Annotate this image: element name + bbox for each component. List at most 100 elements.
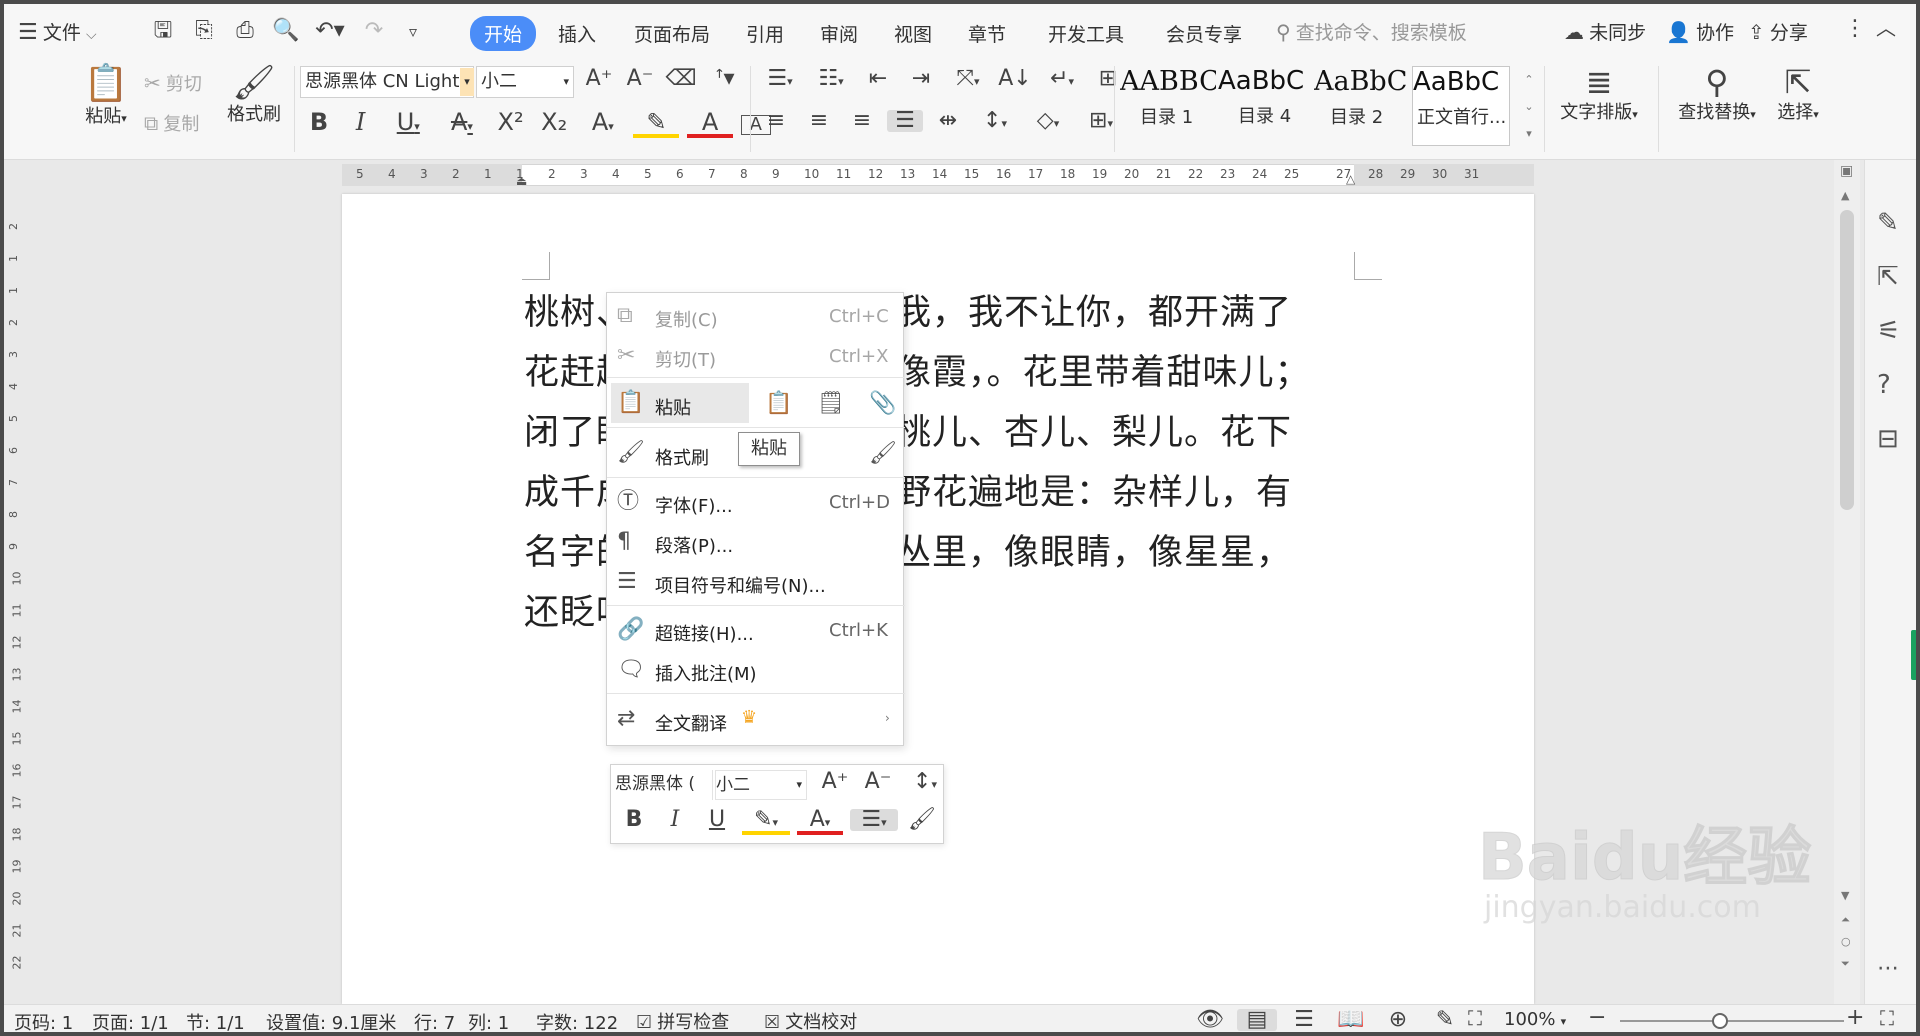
outline-view-icon[interactable]: ☰ (1284, 1009, 1324, 1031)
fullscreen-icon[interactable]: ⛶ (1880, 1008, 1894, 1028)
next-page-icon[interactable]: ⏷ (1841, 958, 1850, 969)
increase-indent-icon[interactable]: ⇥ (903, 68, 939, 90)
collapse-ribbon-icon[interactable]: ︿ (1876, 18, 1896, 38)
superscript-icon[interactable]: X² (493, 110, 529, 134)
redo-icon[interactable]: ↷ (357, 20, 391, 42)
bold-icon[interactable]: B (302, 110, 336, 134)
share-button[interactable]: ⇪ 分享 (1748, 18, 1808, 45)
split-view-icon[interactable]: ▣ (1840, 164, 1853, 178)
reading-view-icon[interactable]: 📖 (1331, 1009, 1371, 1031)
menu-item-comment[interactable]: 🗨 插入批注(M) (607, 651, 905, 689)
edit-pen-icon[interactable]: ✎ (1877, 210, 1899, 236)
select-browse-icon[interactable]: ○ (1841, 936, 1851, 947)
shrink-font-icon[interactable]: A⁻ (860, 771, 896, 793)
document-page[interactable]: 桃树、 不让我，我不让你，都开满了 花赶趟 粉的像霞，。花里带着甜味儿； 闭了眼 满是桃儿… (342, 194, 1534, 1004)
underline-icon[interactable]: U (699, 809, 735, 831)
scroll-up-icon[interactable]: ▲ (1841, 190, 1849, 201)
font-name-select[interactable]: 思源黑体 CN Light (300, 66, 474, 98)
grow-font-icon[interactable]: A⁺ (817, 771, 853, 793)
copy-button[interactable]: ⧉ 复制 (144, 110, 199, 136)
status-col[interactable]: 列: 1 (468, 1009, 509, 1032)
format-painter-icon[interactable]: 🖌 (869, 443, 897, 465)
justify-icon[interactable]: ☰▾ (850, 809, 898, 831)
undo-icon[interactable]: ↶▾ (310, 20, 350, 42)
sync-status[interactable]: ☁ 未同步 (1564, 18, 1646, 45)
line-spacing-icon[interactable]: ↕▾ (903, 771, 947, 793)
borders-icon[interactable]: ⊞▾ (1079, 110, 1123, 132)
font-dropdown-arrow[interactable]: ▾ (460, 68, 474, 96)
status-section[interactable]: 节: 1/1 (186, 1009, 245, 1032)
align-left-icon[interactable]: ≡ (758, 110, 794, 132)
file-menu[interactable]: ☰ 文件 ⌵ (18, 18, 97, 45)
style-toc4[interactable]: AaBbC 目录 4 (1218, 66, 1314, 146)
chinese-layout-icon[interactable]: ⤧▾ (946, 68, 990, 90)
cursor-select-icon[interactable]: ⇱ (1877, 264, 1899, 290)
menu-item-format-painter[interactable]: 🖌 格式刷 (607, 433, 737, 473)
menu-item-copy[interactable]: ⧉ 复制(C) Ctrl+C (607, 297, 905, 335)
italic-icon[interactable]: I (344, 110, 378, 134)
print-icon[interactable]: ⎙ (228, 20, 262, 42)
help-icon[interactable]: ? (1877, 372, 1891, 398)
strikethrough-icon[interactable]: A▾ (439, 110, 485, 134)
font-size-select[interactable]: 小二 ▾ (476, 66, 574, 98)
show-marks-icon[interactable]: ↵▾ (1040, 68, 1084, 90)
select-button[interactable]: ⇱ 选择▾ (1770, 66, 1826, 124)
numbering-icon[interactable]: ☷▾ (809, 68, 853, 90)
mini-font-size-select[interactable]: 小二 ▾ (715, 770, 807, 800)
status-page[interactable]: 页面: 1/1 (92, 1009, 169, 1032)
zoom-in-icon[interactable]: + (1846, 1007, 1864, 1029)
zoom-out-icon[interactable]: − (1588, 1007, 1606, 1029)
tab-developer[interactable]: 开发工具 (1048, 20, 1124, 47)
shading-icon[interactable]: ◇▾ (1024, 110, 1072, 132)
zoom-level-select[interactable]: 100% ▾ (1504, 1009, 1566, 1030)
status-word-count[interactable]: 字数: 122 (536, 1009, 618, 1032)
align-center-icon[interactable]: ≡ (801, 110, 837, 132)
customize-qat-icon[interactable]: ▿ (398, 24, 428, 40)
fit-page-icon[interactable]: ⛶ (1468, 1008, 1482, 1028)
page-view-icon[interactable]: ▤ (1237, 1009, 1277, 1031)
menu-item-hyperlink[interactable]: 🔗 超链接(H)... Ctrl+K (607, 611, 905, 649)
tab-home[interactable]: 开始 (470, 16, 537, 51)
cut-button[interactable]: ✂ 剪切 (144, 70, 202, 96)
spell-check-button[interactable]: ☑ 拼写检查 (636, 1008, 729, 1032)
styles-scroll[interactable]: ⌃ ⌄ ▾ (1520, 66, 1538, 148)
status-row[interactable]: 行: 7 (414, 1009, 455, 1032)
export-pdf-icon[interactable]: ⎘ (187, 20, 221, 42)
tab-member[interactable]: 会员专享 (1166, 20, 1242, 47)
write-view-icon[interactable]: ✎ (1425, 1009, 1465, 1031)
side-tab-indicator[interactable] (1911, 630, 1916, 680)
menu-item-paragraph[interactable]: ¶ 段落(P)... (607, 523, 905, 561)
decrease-indent-icon[interactable]: ⇤ (860, 68, 896, 90)
sliders-icon[interactable]: ⚟ (1877, 318, 1900, 344)
highlight-icon[interactable]: ✎▾ (742, 809, 790, 835)
more-dots-icon[interactable]: ⋯ (1877, 958, 1899, 980)
tab-view[interactable]: 视图 (894, 20, 932, 47)
grow-font-icon[interactable]: A⁺ (582, 68, 616, 90)
web-view-icon[interactable]: ⊕ (1378, 1009, 1418, 1031)
subscript-icon[interactable]: X₂ (536, 110, 572, 134)
status-page-code[interactable]: 页码: 1 (14, 1009, 73, 1032)
highlight-icon[interactable]: ✎ (633, 110, 680, 138)
paste-special-icon[interactable]: 📎 (869, 393, 896, 415)
tab-insert[interactable]: 插入 (558, 20, 596, 47)
menu-item-cut[interactable]: ✂ 剪切(T) Ctrl+X (607, 337, 905, 375)
zoom-slider-track[interactable] (1620, 1020, 1844, 1022)
paste-text-only-icon[interactable]: 🗒 (817, 393, 845, 415)
text-effect-icon[interactable]: A▾ (580, 110, 626, 134)
horizontal-ruler[interactable]: 5 4 3 2 1 1 2 3 4 5 6 7 8 9 10 11 12 13 14 15 16 17 18 19 20 21 22… (4, 160, 1916, 190)
paste-keep-format-icon[interactable]: 📋 (765, 393, 792, 415)
underline-icon[interactable]: U▾ (385, 110, 431, 134)
style-toc2[interactable]: AaBbC 目录 2 (1314, 66, 1410, 146)
clear-format-icon[interactable]: ⌫ (664, 68, 698, 90)
scroll-thumb[interactable] (1840, 210, 1854, 510)
style-body-first-indent[interactable]: AaBbC 正文首行... (1412, 66, 1510, 146)
brush-icon[interactable]: 🖌 (905, 809, 939, 831)
inbox-icon[interactable]: ⊟ (1877, 426, 1899, 452)
text-layout-button[interactable]: ≣ 文字排版▾ (1554, 66, 1644, 124)
italic-icon[interactable]: I (658, 809, 692, 831)
justify-icon[interactable]: ☰ (887, 110, 923, 132)
doc-proof-button[interactable]: ☒ 文档校对 (764, 1008, 857, 1032)
save-icon[interactable]: 🖫 (146, 20, 180, 42)
print-preview-icon[interactable]: 🔍 (269, 20, 303, 42)
menu-item-font[interactable]: Ⓣ 字体(F)... Ctrl+D (607, 483, 905, 521)
